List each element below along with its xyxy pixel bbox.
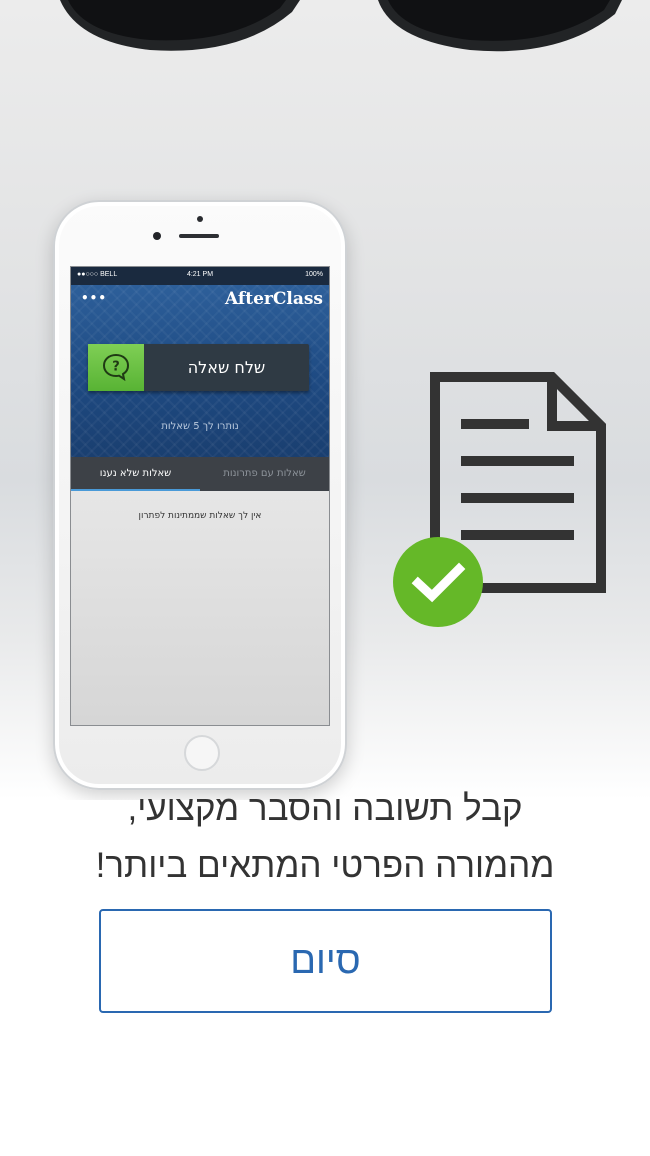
phone-speaker xyxy=(179,234,219,238)
battery-label: 100% xyxy=(305,271,323,278)
tab-unanswered[interactable]: שאלות שלא נענו xyxy=(71,457,200,491)
tab-solved[interactable]: שאלות עם פתרונות xyxy=(200,457,329,491)
tab-bar: שאלות שלא נענו שאלות עם פתרונות xyxy=(71,457,329,491)
status-time: 4:21 PM xyxy=(186,271,214,278)
app-logo: AfterClass xyxy=(225,289,323,309)
ask-button-label: שלח שאלה xyxy=(187,358,266,377)
status-bar: ●●○○○ BELL 4:21 PM 100% xyxy=(71,267,329,285)
ask-question-button[interactable]: ? שלח שאלה xyxy=(88,344,309,391)
hero-background: ●●○○○ BELL 4:21 PM 100% ••• AfterClass ?… xyxy=(0,0,650,800)
app-header: ••• AfterClass ? שלח שאלה נותרו לך 5 שאל… xyxy=(71,285,329,457)
phone-mockup: ●●○○○ BELL 4:21 PM 100% ••• AfterClass ?… xyxy=(53,200,347,790)
empty-state-message: אין לך שאלות שממתינות לפתרון xyxy=(138,511,262,521)
phone-screen: ●●○○○ BELL 4:21 PM 100% ••• AfterClass ?… xyxy=(70,266,330,726)
info-message: קבל תשובה והסבר מקצועי, מהמורה הפרטי המת… xyxy=(0,780,650,894)
message-line-1: קבל תשובה והסבר מקצועי, xyxy=(127,789,523,828)
questions-list: אין לך שאלות שממתינות לפתרון xyxy=(71,491,329,725)
menu-icon[interactable]: ••• xyxy=(81,291,107,305)
phone-camera xyxy=(153,232,161,240)
finish-button[interactable]: סיום xyxy=(99,909,552,1013)
checkmark-badge xyxy=(393,537,483,627)
checkmark-icon xyxy=(411,562,466,603)
sunglasses-image xyxy=(60,0,622,52)
svg-text:?: ? xyxy=(112,360,120,375)
phone-sensor xyxy=(197,216,203,222)
remaining-questions: נותרו לך 5 שאלות xyxy=(161,421,239,432)
message-line-2: מהמורה הפרטי המתאים ביותר! xyxy=(95,846,555,885)
question-bubble-icon: ? xyxy=(88,344,144,391)
phone-home-button xyxy=(184,735,220,771)
